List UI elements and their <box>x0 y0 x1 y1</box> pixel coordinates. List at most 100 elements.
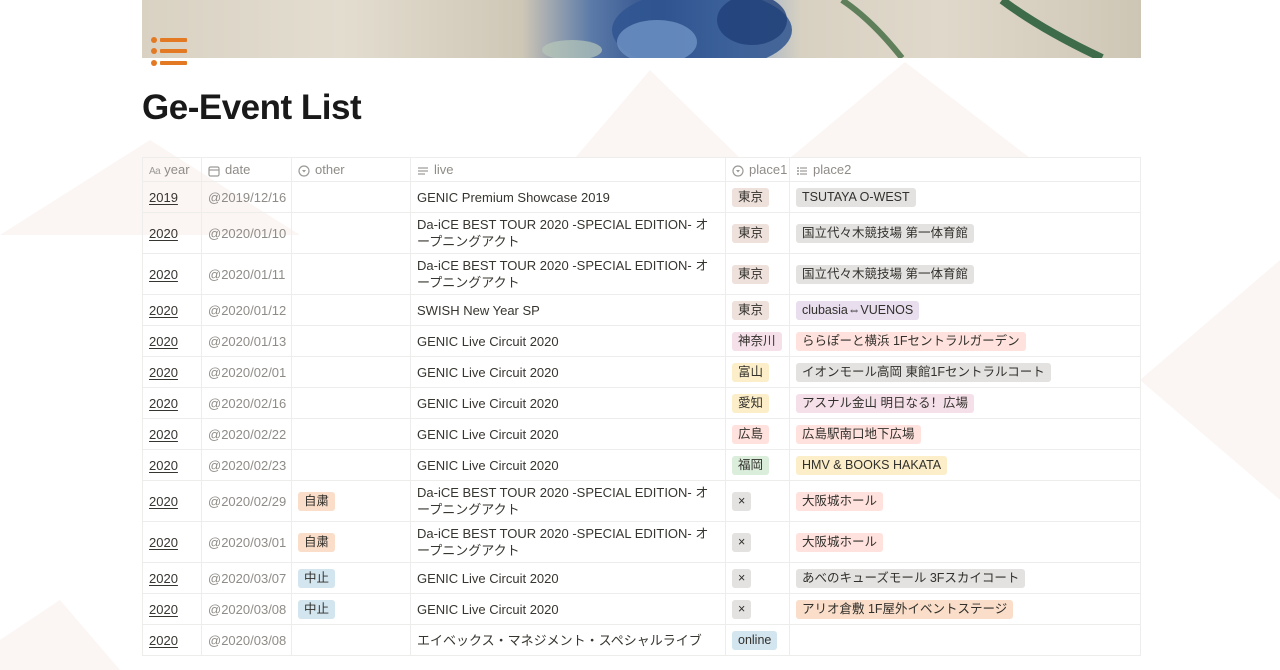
place2-cell[interactable]: アリオ倉敷 1F屋外イベントステージ <box>789 593 1141 625</box>
place2-cell[interactable]: 国立代々木競技場 第一体育館 <box>789 253 1141 295</box>
year-cell[interactable]: 2019 <box>142 181 202 213</box>
other-cell[interactable]: 自粛 <box>291 480 411 522</box>
live-cell[interactable]: GENIC Premium Showcase 2019 <box>410 181 726 213</box>
year-cell[interactable]: 2020 <box>142 624 202 656</box>
table-row[interactable]: 2020 @2020/03/08 エイベックス・マネジメント・スペシャルライブ … <box>142 624 1141 656</box>
column-header-live[interactable]: live <box>410 157 726 182</box>
year-cell[interactable]: 2020 <box>142 212 202 254</box>
date-cell[interactable]: @2020/02/29 <box>201 480 292 522</box>
table-row[interactable]: 2019 @2019/12/16 GENIC Premium Showcase … <box>142 181 1141 213</box>
date-cell[interactable]: @2020/02/23 <box>201 449 292 481</box>
place2-cell[interactable] <box>789 624 1141 656</box>
other-cell[interactable]: 自粛 <box>291 521 411 563</box>
place1-cell[interactable]: × <box>725 562 790 594</box>
place1-cell[interactable]: × <box>725 593 790 625</box>
table-row[interactable]: 2020 @2020/02/22 GENIC Live Circuit 2020… <box>142 418 1141 450</box>
place2-cell[interactable]: clubasia⇔VUENOS <box>789 294 1141 326</box>
other-cell[interactable] <box>291 325 411 357</box>
place1-cell[interactable]: 東京 <box>725 294 790 326</box>
year-cell[interactable]: 2020 <box>142 253 202 295</box>
year-cell[interactable]: 2020 <box>142 418 202 450</box>
other-cell[interactable] <box>291 181 411 213</box>
date-cell[interactable]: @2020/01/10 <box>201 212 292 254</box>
place2-cell[interactable]: 大阪城ホール <box>789 480 1141 522</box>
table-row[interactable]: 2020 @2020/01/12 SWISH New Year SP 東京 cl… <box>142 294 1141 326</box>
live-cell[interactable]: Da-iCE BEST TOUR 2020 -SPECIAL EDITION- … <box>410 253 726 295</box>
live-cell[interactable]: Da-iCE BEST TOUR 2020 -SPECIAL EDITION- … <box>410 212 726 254</box>
year-cell[interactable]: 2020 <box>142 356 202 388</box>
year-cell[interactable]: 2020 <box>142 294 202 326</box>
date-cell[interactable]: @2020/01/11 <box>201 253 292 295</box>
date-cell[interactable]: @2019/12/16 <box>201 181 292 213</box>
place1-cell[interactable]: 東京 <box>725 212 790 254</box>
table-row[interactable]: 2020 @2020/01/11 Da-iCE BEST TOUR 2020 -… <box>142 253 1141 295</box>
year-link[interactable]: 2020 <box>149 396 178 411</box>
date-cell[interactable]: @2020/03/08 <box>201 624 292 656</box>
table-row[interactable]: 2020 @2020/02/23 GENIC Live Circuit 2020… <box>142 449 1141 481</box>
table-row[interactable]: 2020 @2020/03/01 自粛 Da-iCE BEST TOUR 202… <box>142 521 1141 563</box>
live-cell[interactable]: GENIC Live Circuit 2020 <box>410 418 726 450</box>
date-cell[interactable]: @2020/02/01 <box>201 356 292 388</box>
place1-cell[interactable]: 東京 <box>725 181 790 213</box>
year-cell[interactable]: 2020 <box>142 449 202 481</box>
year-link[interactable]: 2020 <box>149 267 178 282</box>
place1-cell[interactable]: 広島 <box>725 418 790 450</box>
column-header-other[interactable]: other <box>291 157 411 182</box>
place2-cell[interactable]: ららぽーと横浜 1Fセントラルガーデン <box>789 325 1141 357</box>
place2-cell[interactable]: 国立代々木競技場 第一体育館 <box>789 212 1141 254</box>
date-cell[interactable]: @2020/02/22 <box>201 418 292 450</box>
year-link[interactable]: 2020 <box>149 602 178 617</box>
place1-cell[interactable]: 富山 <box>725 356 790 388</box>
year-cell[interactable]: 2020 <box>142 480 202 522</box>
table-row[interactable]: 2020 @2020/02/29 自粛 Da-iCE BEST TOUR 202… <box>142 480 1141 522</box>
year-link[interactable]: 2020 <box>149 427 178 442</box>
live-cell[interactable]: GENIC Live Circuit 2020 <box>410 562 726 594</box>
place2-cell[interactable]: あべのキューズモール 3Fスカイコート <box>789 562 1141 594</box>
live-cell[interactable]: GENIC Live Circuit 2020 <box>410 356 726 388</box>
other-cell[interactable]: 中止 <box>291 593 411 625</box>
year-cell[interactable]: 2020 <box>142 387 202 419</box>
table-row[interactable]: 2020 @2020/01/10 Da-iCE BEST TOUR 2020 -… <box>142 212 1141 254</box>
place1-cell[interactable]: 東京 <box>725 253 790 295</box>
place2-cell[interactable]: 大阪城ホール <box>789 521 1141 563</box>
other-cell[interactable] <box>291 418 411 450</box>
year-link[interactable]: 2020 <box>149 633 178 648</box>
live-cell[interactable]: GENIC Live Circuit 2020 <box>410 449 726 481</box>
year-link[interactable]: 2020 <box>149 494 178 509</box>
place1-cell[interactable]: 神奈川 <box>725 325 790 357</box>
table-row[interactable]: 2020 @2020/03/07 中止 GENIC Live Circuit 2… <box>142 562 1141 594</box>
other-cell[interactable] <box>291 294 411 326</box>
place1-cell[interactable]: × <box>725 480 790 522</box>
date-cell[interactable]: @2020/02/16 <box>201 387 292 419</box>
place2-cell[interactable]: アスナル金山 明日なる！広場 <box>789 387 1141 419</box>
column-header-place1[interactable]: place1 <box>725 157 790 182</box>
place1-cell[interactable]: × <box>725 521 790 563</box>
year-link[interactable]: 2020 <box>149 226 178 241</box>
date-cell[interactable]: @2020/03/08 <box>201 593 292 625</box>
place2-cell[interactable]: TSUTAYA O-WEST <box>789 181 1141 213</box>
live-cell[interactable]: Da-iCE BEST TOUR 2020 -SPECIAL EDITION- … <box>410 480 726 522</box>
live-cell[interactable]: エイベックス・マネジメント・スペシャルライブ <box>410 624 726 656</box>
column-header-date[interactable]: date <box>201 157 292 182</box>
page-title[interactable]: Ge-Event List <box>142 88 362 128</box>
year-cell[interactable]: 2020 <box>142 325 202 357</box>
year-link[interactable]: 2020 <box>149 458 178 473</box>
column-header-place2[interactable]: place2 <box>789 157 1141 182</box>
year-cell[interactable]: 2020 <box>142 593 202 625</box>
page-cover-image[interactable] <box>142 0 1141 58</box>
live-cell[interactable]: GENIC Live Circuit 2020 <box>410 593 726 625</box>
other-cell[interactable] <box>291 387 411 419</box>
year-link[interactable]: 2020 <box>149 365 178 380</box>
place2-cell[interactable]: イオンモール高岡 東館1Fセントラルコート <box>789 356 1141 388</box>
date-cell[interactable]: @2020/03/07 <box>201 562 292 594</box>
place1-cell[interactable]: 福岡 <box>725 449 790 481</box>
place2-cell[interactable]: HMV & BOOKS HAKATA <box>789 449 1141 481</box>
year-link[interactable]: 2020 <box>149 334 178 349</box>
other-cell[interactable] <box>291 356 411 388</box>
table-row[interactable]: 2020 @2020/02/16 GENIC Live Circuit 2020… <box>142 387 1141 419</box>
live-cell[interactable]: SWISH New Year SP <box>410 294 726 326</box>
year-link[interactable]: 2019 <box>149 190 178 205</box>
year-link[interactable]: 2020 <box>149 303 178 318</box>
live-cell[interactable]: Da-iCE BEST TOUR 2020 -SPECIAL EDITION- … <box>410 521 726 563</box>
other-cell[interactable] <box>291 212 411 254</box>
